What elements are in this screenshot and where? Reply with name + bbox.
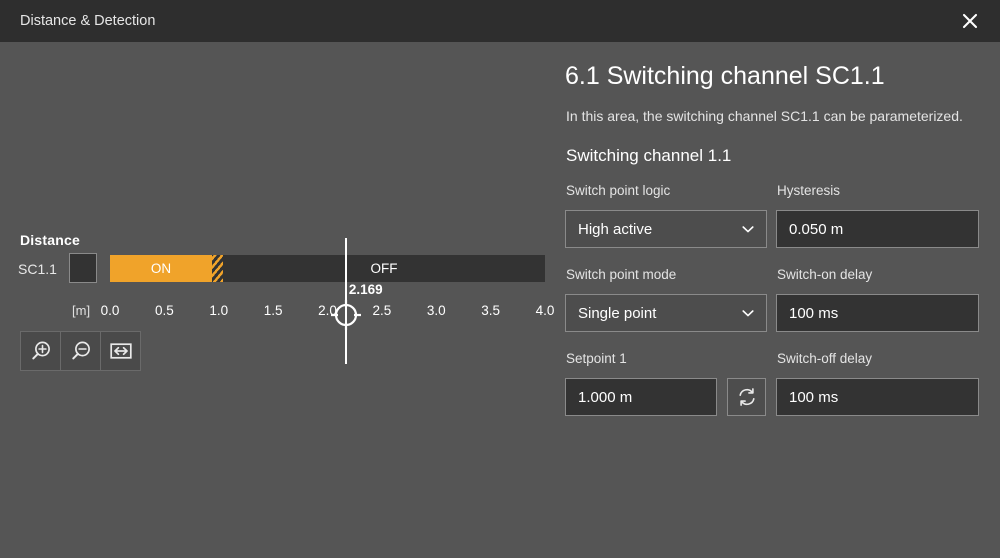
switch-off-delay-label: Switch-off delay [777,351,872,366]
hysteresis-input[interactable]: 0.050 m [776,210,979,248]
switch-point-logic-value: High active [578,221,652,238]
tick-label: 4.0 [536,303,555,318]
switching-range-bar[interactable]: ON OFF [110,255,545,282]
scale-unit-label: [m] [72,303,90,318]
crosshair-icon[interactable] [331,300,361,330]
switch-on-delay-input[interactable]: 100 ms [776,294,979,332]
channel-label: SC1.1 [18,261,57,277]
setpoint-1-input[interactable]: 1.000 m [565,378,717,416]
close-button[interactable] [940,0,1000,42]
tick-label: 1.0 [209,303,228,318]
hysteresis-value: 0.050 m [789,221,843,238]
zoom-in-button[interactable] [21,332,61,370]
parameter-panel: 6.1 Switching channel SC1.1 In this area… [555,42,1000,558]
setpoint-1-value: 1.000 m [578,389,632,406]
tick-label: 0.0 [101,303,120,318]
close-icon [960,11,980,31]
switch-on-delay-label: Switch-on delay [777,267,872,282]
switch-point-logic-select[interactable]: High active [565,210,767,248]
chevron-down-icon [740,221,756,237]
tick-label: 0.5 [155,303,174,318]
page-description: In this area, the switching channel SC1.… [566,108,963,124]
section-subtitle: Switching channel 1.1 [566,146,731,166]
page-title: 6.1 Switching channel SC1.1 [565,62,885,91]
zoom-toolbar [20,331,141,371]
switch-point-logic-label: Switch point logic [566,183,670,198]
bar-on-label: ON [110,255,212,282]
tick-label: 3.0 [427,303,446,318]
fit-width-icon [108,341,134,361]
measurement-value-label: 2.169 [346,282,383,297]
bar-hysteresis-band [212,255,223,282]
tick-label: 2.5 [372,303,391,318]
switch-point-mode-select[interactable]: Single point [565,294,767,332]
title-bar: Distance & Detection [0,0,1000,42]
bar-off-label: OFF [223,255,545,282]
teach-setpoint-button[interactable] [727,378,766,416]
distance-visualization-panel: Distance SC1.1 ON OFF [m] 0.0 0.5 1.0 1.… [0,42,555,558]
switch-point-mode-label: Switch point mode [566,267,676,282]
switch-point-mode-value: Single point [578,305,656,322]
tick-label: 3.5 [481,303,500,318]
hysteresis-label: Hysteresis [777,183,840,198]
chevron-down-icon [740,305,756,321]
channel-state-indicator [69,253,97,283]
window-title: Distance & Detection [20,0,155,42]
distance-heading: Distance [20,232,80,248]
fit-width-button[interactable] [101,332,140,370]
switch-on-delay-value: 100 ms [789,305,838,322]
setpoint-1-label: Setpoint 1 [566,351,627,366]
switch-off-delay-input[interactable]: 100 ms [776,378,979,416]
refresh-icon [736,386,758,408]
switch-off-delay-value: 100 ms [789,389,838,406]
tick-label: 1.5 [264,303,283,318]
zoom-out-button[interactable] [61,332,101,370]
zoom-in-icon [29,339,53,363]
scale-tick-labels: 0.0 0.5 1.0 1.5 2.0 2.5 3.0 3.5 4.0 [110,303,545,323]
zoom-out-icon [69,339,93,363]
